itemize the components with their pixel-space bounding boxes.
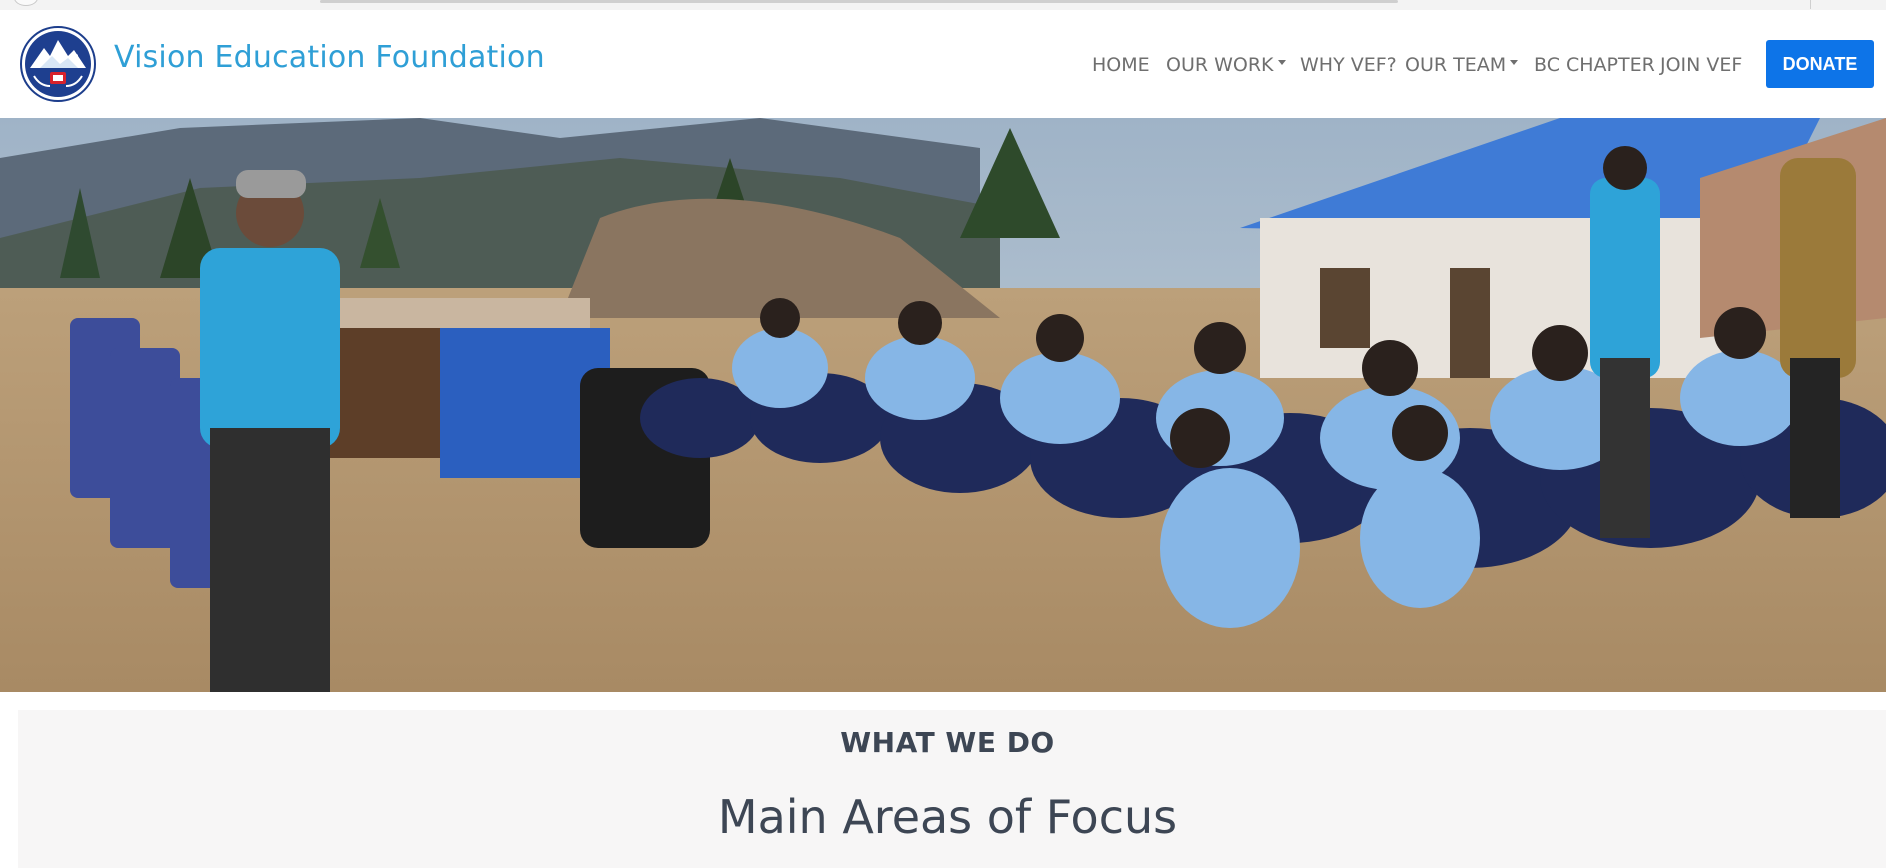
nav-home[interactable]: HOME [1092, 54, 1150, 76]
nav-our-work-label: OUR WORK [1166, 54, 1274, 76]
horizontal-scrollbar[interactable] [320, 0, 1398, 3]
chevron-down-icon [1277, 60, 1286, 65]
nav-join-vef-label: JOIN VEF [1660, 54, 1743, 76]
section-eyebrow: WHAT WE DO [840, 726, 1055, 759]
nav-bc-chapter-label: BC CHAPTER [1534, 54, 1655, 76]
nav-our-work[interactable]: OUR WORK [1166, 54, 1286, 76]
site-navbar: Vision Education Foundation HOME OUR WOR… [0, 10, 1886, 118]
main-menu: HOME OUR WORK WHY VEF? OUR TEAM BC CHAPT… [0, 10, 1886, 118]
nav-our-team-label: OUR TEAM [1405, 54, 1507, 76]
what-we-do-section: WHAT WE DO Main Areas of Focus [18, 710, 1886, 868]
nav-our-team[interactable]: OUR TEAM [1405, 54, 1519, 76]
nav-why-vef[interactable]: WHY VEF? [1300, 54, 1397, 76]
donate-button[interactable]: DONATE [1766, 40, 1874, 88]
chevron-down-icon [1510, 60, 1519, 65]
nav-join-vef[interactable]: JOIN VEF [1660, 54, 1742, 76]
nav-home-label: HOME [1092, 54, 1150, 76]
browser-tab-indicator [14, 0, 38, 6]
hero-photo [0, 118, 1886, 692]
nav-why-vef-label: WHY VEF? [1300, 54, 1397, 76]
nav-bc-chapter[interactable]: BC CHAPTER [1534, 54, 1655, 76]
browser-divider [1810, 0, 1811, 9]
hero-photo-illustration [0, 118, 1886, 692]
section-title: Main Areas of Focus [717, 790, 1178, 844]
